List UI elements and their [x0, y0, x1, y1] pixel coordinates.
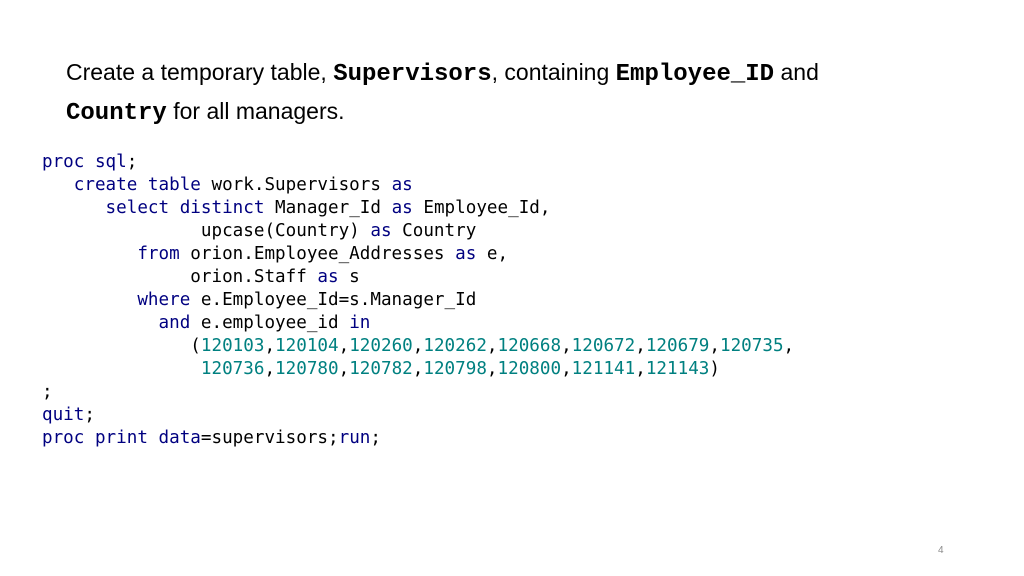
code-token: as — [317, 267, 339, 287]
code-line: ; — [42, 382, 53, 402]
code-token: , — [412, 336, 424, 356]
code-line: orion.Staff as s — [42, 267, 360, 287]
code-token: orion.Employee_Addresses — [190, 244, 456, 264]
code-line: upcase(Country) as Country — [42, 221, 476, 241]
code-token: from — [42, 244, 191, 264]
code-token: proc sql — [42, 152, 127, 172]
code-line: create table work.Supervisors as — [42, 175, 413, 195]
code-token: ; — [126, 152, 138, 172]
title-column-1: Employee_ID — [615, 61, 775, 88]
code-line: and e.employee_id in — [42, 313, 371, 333]
code-token: Employee_Id, — [412, 198, 551, 218]
title-column-2: Country — [66, 100, 167, 127]
code-token: , — [709, 336, 720, 356]
code-line: quit; — [42, 405, 95, 425]
code-token: 120679 — [645, 336, 710, 356]
code-token: orion.Staff — [42, 267, 318, 287]
code-token: in — [349, 313, 371, 333]
code-token: work.Supervisors — [211, 175, 392, 195]
code-line: where e.Employee_Id=s.Manager_Id — [42, 290, 476, 310]
code-token: quit — [42, 405, 85, 425]
code-line: proc sql; — [42, 152, 137, 172]
code-token: , — [338, 336, 350, 356]
code-token: 120262 — [423, 336, 487, 356]
code-token: upcase(Country) — [42, 221, 371, 241]
code-token: , — [561, 359, 572, 379]
code-token: and — [42, 313, 201, 333]
code-token: Manager_Id — [275, 198, 392, 218]
code-token: 120798 — [423, 359, 487, 379]
code-token: data — [158, 428, 201, 448]
code-token: , — [783, 336, 795, 356]
code-token: 120668 — [497, 336, 562, 356]
slide: Create a temporary table, Supervisors, c… — [0, 0, 1024, 576]
code-token: 120782 — [349, 359, 413, 379]
code-token: select distinct — [42, 198, 276, 218]
code-token: e.Employee_Id=s.Manager_Id — [200, 290, 477, 310]
code-token: 120736 — [200, 359, 265, 379]
code-token: , — [338, 359, 350, 379]
page-number: 4 — [938, 545, 944, 556]
code-token: as — [455, 244, 477, 264]
title-text-1: Create a temporary table, — [66, 59, 334, 85]
code-token: as — [391, 198, 413, 218]
code-token: 120104 — [275, 336, 339, 356]
code-token: e, — [476, 244, 509, 264]
code-token: , — [412, 359, 424, 379]
code-line: (120103,120104,120260,120262,120668,1206… — [42, 336, 794, 356]
code-token: 120780 — [275, 359, 339, 379]
code-token: 121141 — [571, 359, 636, 379]
code-token: where — [42, 290, 201, 310]
code-token: proc print — [42, 428, 159, 448]
code-token: Country — [391, 221, 477, 241]
title-table-name: Supervisors — [333, 61, 492, 88]
code-token: s — [338, 267, 360, 287]
code-token: , — [486, 359, 498, 379]
title-text-3: and — [774, 59, 819, 85]
code-token: 120735 — [719, 336, 784, 356]
code-token: , — [561, 336, 572, 356]
code-token: , — [264, 359, 276, 379]
code-token: 120800 — [497, 359, 562, 379]
code-token: create table — [42, 175, 212, 195]
code-line: select distinct Manager_Id as Employee_I… — [42, 198, 551, 218]
code-token: , — [486, 336, 498, 356]
code-token: ) — [709, 359, 720, 379]
code-token: run — [338, 428, 371, 448]
code-line: proc print data=supervisors;run; — [42, 428, 381, 448]
code-token: 121143 — [645, 359, 710, 379]
code-token: 120672 — [571, 336, 636, 356]
code-token: e.employee_id — [200, 313, 350, 333]
code-token: 120103 — [200, 336, 265, 356]
title-text-4: for all managers. — [166, 98, 345, 124]
code-line: 120736,120780,120782,120798,120800,12114… — [42, 359, 720, 379]
code-token: ( — [42, 336, 201, 356]
slide-title: Create a temporary table, Supervisors, c… — [66, 54, 966, 132]
sas-code-block: proc sql; create table work.Supervisors … — [42, 151, 794, 450]
code-token: , — [264, 336, 276, 356]
code-token: , — [635, 359, 646, 379]
code-token: 120260 — [349, 336, 413, 356]
code-token: as — [370, 221, 392, 241]
code-line: from orion.Employee_Addresses as e, — [42, 244, 508, 264]
code-token: as — [391, 175, 413, 195]
code-token: =supervisors; — [200, 428, 339, 448]
title-text-2: , containing — [491, 59, 616, 85]
code-token: ; — [84, 405, 95, 425]
code-token: ; — [370, 428, 381, 448]
code-token: ; — [42, 382, 53, 402]
code-token: , — [635, 336, 646, 356]
